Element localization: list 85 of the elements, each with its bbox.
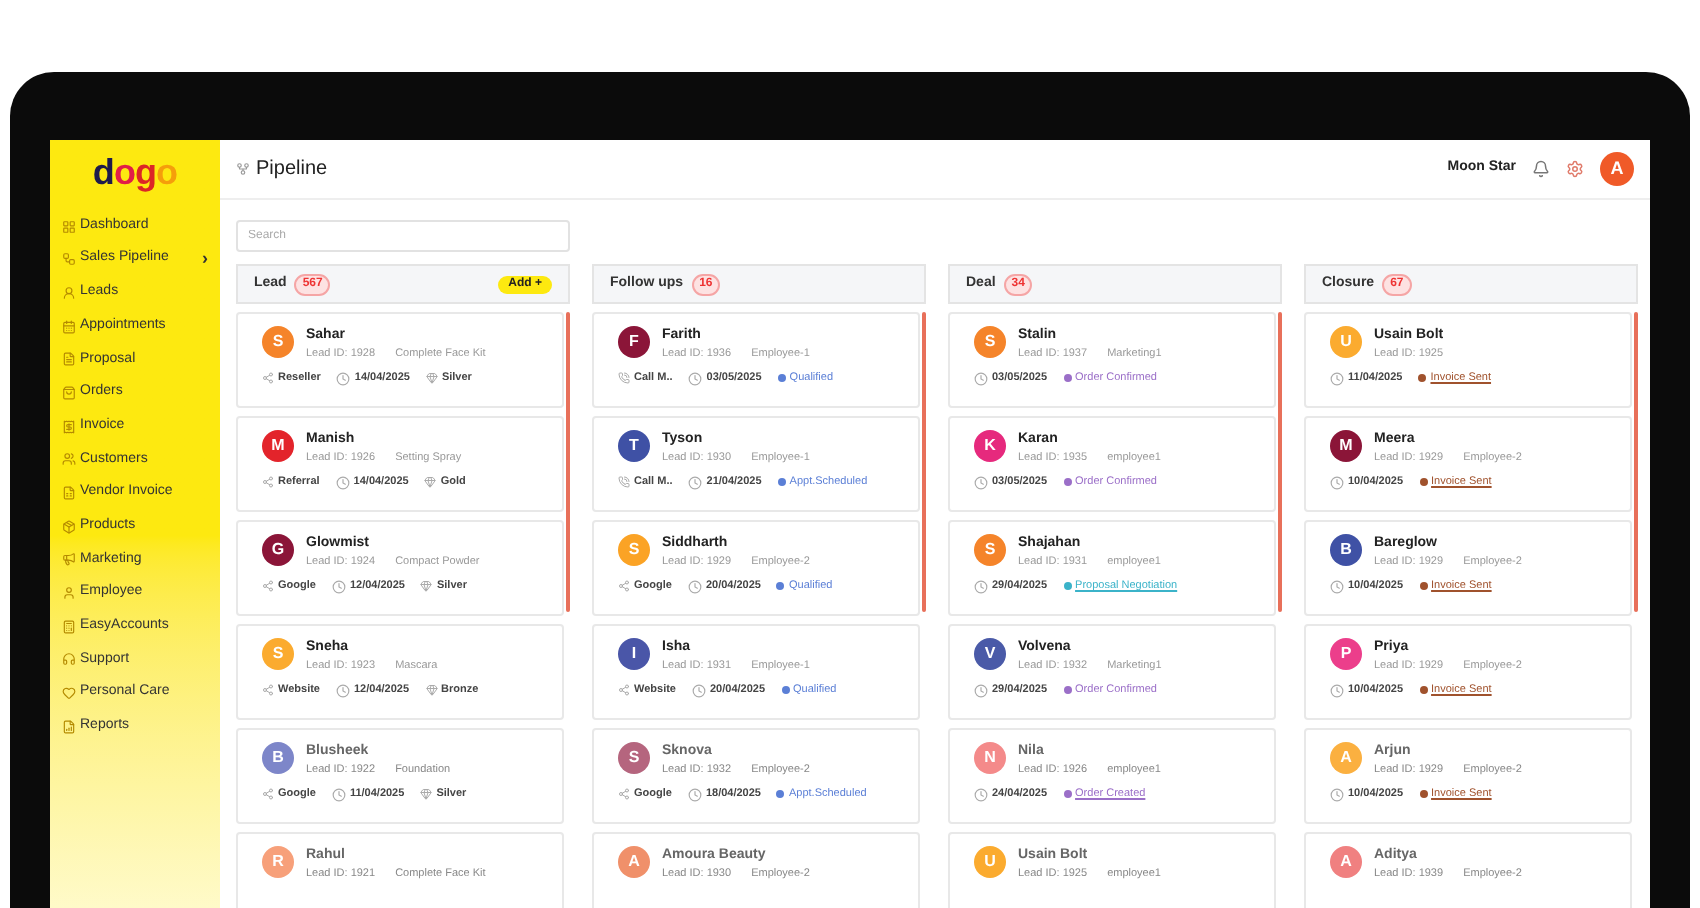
grid-icon [62, 219, 76, 233]
gem-icon [425, 684, 438, 696]
clock-icon [692, 683, 706, 697]
clock-icon [1330, 579, 1344, 593]
clock-icon [687, 579, 702, 593]
clock-icon [688, 475, 703, 489]
clock-icon [974, 787, 988, 801]
phone-icon [618, 372, 630, 384]
clock-icon [331, 579, 346, 593]
clock-icon [1330, 475, 1344, 489]
clock-icon [336, 683, 350, 697]
avatar: P [1330, 638, 1362, 670]
avatar: B [262, 742, 294, 774]
pipeline-icon [236, 162, 250, 176]
scrollbar[interactable] [566, 312, 570, 612]
scrollbar[interactable] [922, 312, 926, 612]
avatar: N [974, 742, 1006, 774]
avatar: G [262, 534, 294, 566]
avatar: F [618, 326, 650, 358]
receipt-icon [62, 419, 76, 434]
avatar: S [262, 326, 294, 358]
clock-icon [336, 371, 351, 385]
clock-icon [687, 787, 702, 801]
clock-icon [974, 683, 988, 697]
source-icon [618, 684, 630, 696]
source-icon [262, 580, 274, 592]
avatar: V [974, 638, 1006, 670]
person-icon [62, 285, 76, 300]
scrollbar[interactable] [1278, 312, 1282, 612]
avatar: S [974, 534, 1006, 566]
scrollbar[interactable] [1634, 312, 1638, 612]
avatar: S [262, 638, 294, 670]
avatar: S [974, 326, 1006, 358]
chevron-icon: › [202, 245, 208, 273]
phone-icon [618, 476, 630, 488]
clock-icon [1330, 683, 1344, 697]
clock-icon [974, 475, 988, 489]
avatar: M [262, 430, 294, 462]
avatar: B [1330, 534, 1362, 566]
avatar: A [618, 846, 650, 878]
avatar: R [262, 846, 294, 878]
gem-icon [420, 788, 433, 800]
source-icon [262, 684, 274, 696]
headset-icon [62, 652, 76, 667]
avatar: T [618, 430, 650, 462]
pipeline-icon [62, 252, 76, 267]
clock-icon [974, 371, 988, 385]
avatar: S [618, 742, 650, 774]
source-icon [262, 476, 274, 488]
heart-icon [62, 686, 76, 701]
avatar: S [618, 534, 650, 566]
clock-icon [331, 787, 346, 801]
avatar: U [974, 846, 1006, 878]
source-icon [262, 372, 274, 384]
clock-icon [1330, 787, 1344, 801]
people-icon [62, 452, 76, 467]
avatar: M [1330, 430, 1362, 462]
avatar: K [974, 430, 1006, 462]
package-icon [62, 519, 76, 534]
document-icon [62, 352, 76, 367]
bag-icon [62, 385, 76, 400]
avatar: A [1330, 846, 1362, 878]
sheet-icon [62, 486, 76, 500]
gem-icon [424, 476, 437, 488]
person-icon [62, 586, 76, 601]
clock-icon [688, 371, 703, 385]
clock-icon [1330, 371, 1344, 385]
page-title: Pipeline [256, 156, 328, 184]
megaphone-icon [62, 552, 76, 567]
avatar: U [1330, 326, 1362, 358]
avatar: A [1330, 742, 1362, 774]
calculator-icon [62, 619, 76, 634]
notification-icon[interactable] [1532, 160, 1550, 178]
settings-icon[interactable] [1566, 160, 1584, 178]
logo: dogo [92, 152, 178, 192]
calendar-icon [62, 319, 76, 334]
clock-icon [335, 475, 350, 489]
source-icon [618, 788, 630, 800]
report-icon [62, 719, 76, 734]
gem-icon [420, 580, 433, 592]
clock-icon [974, 579, 988, 593]
source-icon [262, 788, 274, 800]
gem-icon [425, 372, 438, 384]
avatar: I [618, 638, 650, 670]
source-icon [618, 580, 630, 592]
